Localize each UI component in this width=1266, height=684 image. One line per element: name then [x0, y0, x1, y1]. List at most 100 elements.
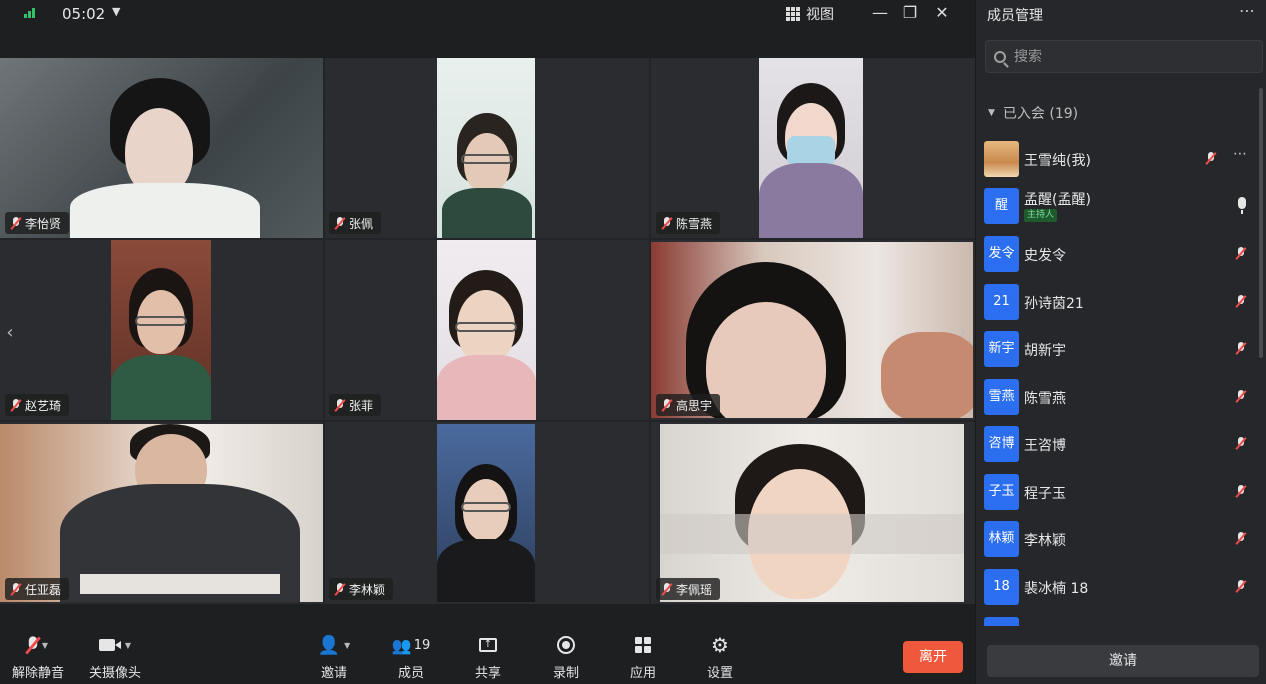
- member-row[interactable]: 醒 孟醒(孟醒) 主持人: [976, 183, 1261, 229]
- participant-name: 李林颖: [349, 582, 386, 597]
- avatar: 21: [984, 284, 1019, 320]
- more-icon[interactable]: ⋯: [1233, 146, 1247, 162]
- next-page-icon[interactable]: ›: [953, 308, 973, 358]
- video-tile[interactable]: 李佩瑶: [651, 422, 975, 604]
- unmute-button[interactable]: ▼ 解除静音: [3, 634, 73, 684]
- participant-nametag: 赵艺琦: [5, 394, 70, 416]
- apps-icon: [635, 637, 651, 653]
- mic-muted-icon[interactable]: [1236, 437, 1246, 450]
- restore-icon[interactable]: ❐: [899, 2, 921, 24]
- chevron-down-icon[interactable]: ▼: [42, 641, 48, 650]
- member-name: 胡新宇: [1024, 343, 1066, 359]
- participant-nametag: 李怡贤: [5, 212, 70, 234]
- video-tile[interactable]: 李怡贤: [0, 58, 323, 238]
- mic-muted-icon[interactable]: [1236, 295, 1246, 308]
- member-row[interactable]: 发令 史发令: [976, 231, 1261, 277]
- record-icon: [557, 636, 575, 654]
- member-name: 孟醒(孟醒): [1024, 192, 1091, 208]
- search-box[interactable]: [985, 40, 1263, 73]
- member-row[interactable]: 林颖 李林颖: [976, 516, 1261, 562]
- member-row[interactable]: 子玉 程子玉: [976, 469, 1261, 515]
- member-name: 程子玉: [1024, 486, 1066, 502]
- video-tile[interactable]: 赵艺琦: [0, 240, 323, 420]
- video-tile[interactable]: 李林颖: [325, 422, 649, 604]
- video-tile[interactable]: 张菲: [325, 240, 649, 420]
- joined-group-header[interactable]: ▼ 已入会 (19): [988, 103, 1078, 123]
- record-button[interactable]: 录制: [531, 634, 601, 684]
- close-icon[interactable]: ✕: [931, 2, 953, 24]
- chevron-down-icon[interactable]: ▼: [112, 5, 120, 18]
- chevron-down-icon[interactable]: ▼: [344, 641, 350, 650]
- participant-nametag: 任亚磊: [5, 578, 70, 600]
- video-feed: [437, 424, 535, 602]
- member-name: 史发令: [1024, 248, 1066, 264]
- view-button[interactable]: 视图: [786, 3, 834, 25]
- video-tile[interactable]: 高思宇: [651, 240, 975, 420]
- add-user-icon: 👤: [317, 634, 341, 656]
- participant-nametag: 高思宇: [656, 394, 721, 416]
- video-tile[interactable]: 任亚磊: [0, 422, 323, 604]
- video-tile[interactable]: 陈雪燕: [651, 58, 975, 238]
- participant-name: 赵艺琦: [25, 398, 62, 413]
- mic-muted-icon[interactable]: [1236, 390, 1246, 403]
- mic-muted-icon: [662, 582, 672, 596]
- participant-nametag: 陈雪燕: [656, 212, 721, 234]
- participant-nametag: 李林颖: [329, 578, 394, 600]
- mic-muted-icon[interactable]: [1236, 247, 1246, 260]
- member-row[interactable]: 王雪纯(我) ⋯: [976, 136, 1261, 182]
- search-icon: [994, 50, 1006, 63]
- invite-button[interactable]: 邀请: [987, 645, 1259, 677]
- member-row[interactable]: 咨博 王咨博: [976, 421, 1261, 467]
- view-label: 视图: [806, 7, 834, 23]
- member-name: 李林颖: [1024, 533, 1066, 549]
- participant-name: 李怡贤: [25, 216, 62, 231]
- avatar: 雪燕: [984, 379, 1019, 415]
- host-badge: 主持人: [1024, 209, 1058, 222]
- settings-button[interactable]: ⚙ 设置: [685, 633, 755, 684]
- member-name: 王雪纯(我): [1024, 153, 1091, 169]
- prev-page-icon[interactable]: ‹: [0, 308, 20, 358]
- member-row[interactable]: 18 裴冰楠 18: [976, 564, 1261, 610]
- share-button[interactable]: ↑ 共享: [453, 634, 523, 684]
- apps-button[interactable]: 应用: [608, 634, 678, 684]
- participant-name: 高思宇: [676, 398, 713, 413]
- camera-icon: [98, 639, 121, 651]
- mic-icon[interactable]: [1238, 197, 1246, 214]
- more-icon[interactable]: ⋯: [1239, 1, 1256, 20]
- mic-muted-icon[interactable]: [1236, 532, 1246, 545]
- member-name: 裴冰楠 18: [1024, 581, 1089, 597]
- mic-muted-icon[interactable]: [1236, 580, 1246, 593]
- member-row[interactable]: 21 孙诗茵21: [976, 279, 1261, 325]
- signal-icon: [24, 8, 38, 18]
- video-grid: 李怡贤 张佩 陈雪燕 赵艺琦 张菲 高思宇 任亚磊 李林颖 李佩瑶 ‹ ›: [0, 58, 975, 604]
- search-input[interactable]: [1014, 48, 1234, 65]
- participant-name: 陈雪燕: [676, 216, 713, 231]
- mic-muted-icon[interactable]: [1206, 152, 1216, 165]
- leave-button[interactable]: 离开: [903, 641, 963, 673]
- mic-muted-icon[interactable]: [1236, 342, 1246, 355]
- participant-name: 任亚磊: [25, 582, 62, 597]
- panel-scrollbar[interactable]: [1259, 88, 1263, 358]
- avatar: 咨博: [984, 426, 1019, 462]
- member-row[interactable]: 新宇 胡新宇: [976, 326, 1261, 372]
- members-button[interactable]: 👥 19 成员: [376, 634, 446, 684]
- mic-muted-icon: [335, 398, 345, 412]
- invite-toolbar-button[interactable]: 👤 ▼ 邀请: [299, 634, 369, 684]
- video-feed: [651, 242, 973, 418]
- camera-button[interactable]: ▼ 关摄像头: [80, 634, 150, 684]
- chevron-down-icon[interactable]: ▼: [125, 641, 131, 650]
- mic-muted-icon[interactable]: [1236, 485, 1246, 498]
- video-feed: [111, 240, 211, 420]
- top-bar: 05:02 ▼ 视图 — ❐ ✕: [0, 0, 975, 28]
- participant-name: 张菲: [349, 398, 374, 413]
- minimize-icon[interactable]: —: [869, 2, 891, 24]
- member-panel: 成员管理 ⋯ ▼ 已入会 (19) 王雪纯(我) ⋯ 醒 孟醒(孟醒) 主持人: [975, 0, 1266, 684]
- member-list: 王雪纯(我) ⋯ 醒 孟醒(孟醒) 主持人 发令 史发令 21 孙诗茵21 新宇…: [976, 136, 1261, 626]
- video-tile[interactable]: 张佩: [325, 58, 649, 238]
- mic-muted-icon: [11, 216, 21, 230]
- member-row[interactable]: 雪燕 陈雪燕: [976, 374, 1261, 420]
- bottom-toolbar: ▼ 解除静音 ▼ 关摄像头 👤 ▼ 邀请 👥 19 成员 ↑ 共享 录制 应用 ⚙: [0, 604, 975, 684]
- meeting-timer: 05:02: [62, 5, 106, 23]
- member-row-partial: [976, 614, 1261, 626]
- share-label: 共享: [474, 666, 501, 681]
